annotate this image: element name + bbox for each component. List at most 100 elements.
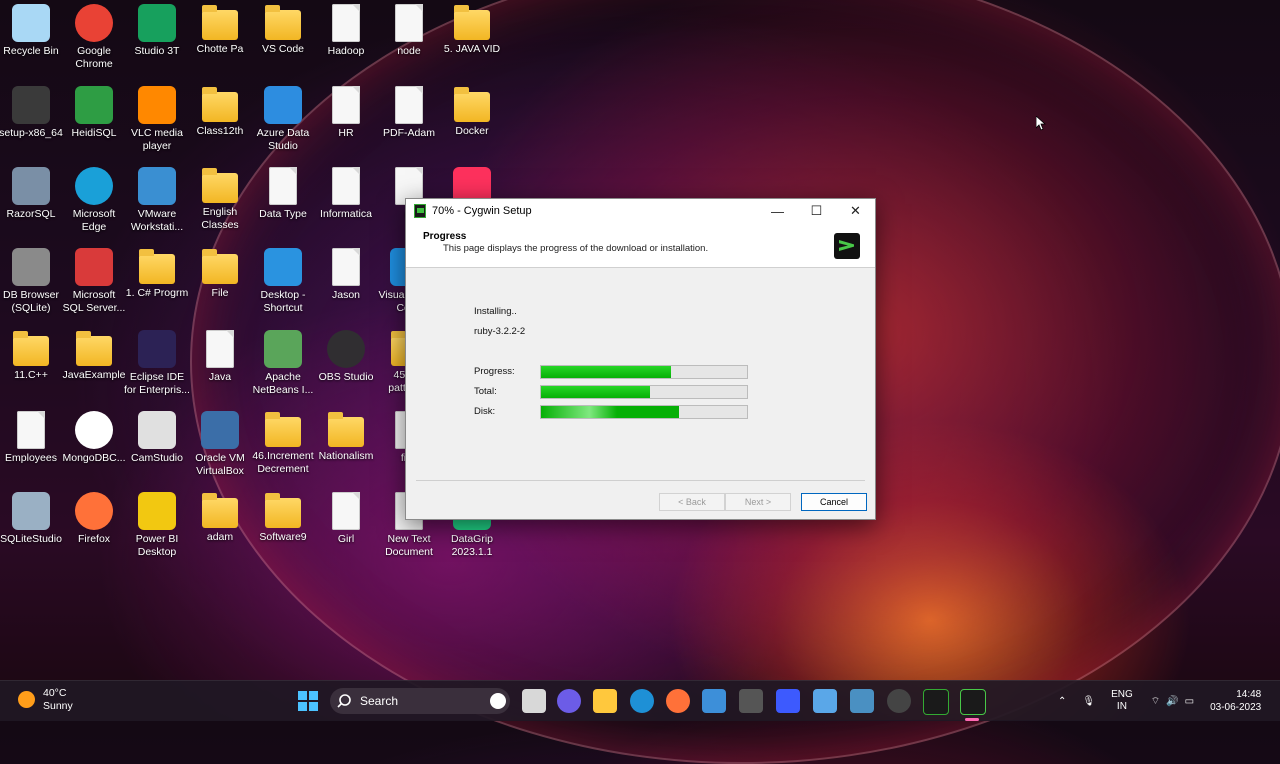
teams-chat-icon[interactable] [557,689,581,713]
desktop-icon[interactable]: Desktop - Shortcut [250,248,316,315]
desktop-icon[interactable]: Class12th [187,86,253,138]
desktop-icon-label: 11.C++ [14,369,48,381]
language-indicator[interactable]: ENG IN [1111,689,1133,713]
volume-icon[interactable]: 🔊 [1166,696,1178,707]
wifi-icon[interactable]: ⌔ [1151,695,1160,708]
desktop-icon[interactable]: Hadoop [313,4,379,58]
desktop-icon-label: Jason [331,289,361,301]
desktop-icon[interactable]: Chotte Pa [187,4,253,56]
desktop-icon[interactable]: VLC media player [124,86,190,153]
maximize-button[interactable]: ☐ [797,199,836,223]
desktop-icon[interactable]: adam [187,492,253,544]
desktop-icon-label: MongoDBC... [62,452,126,464]
minimize-button[interactable]: — [758,199,797,223]
desktop-icon[interactable]: Informatica [313,167,379,221]
battery-icon[interactable]: ▭ [1185,696,1194,707]
close-button[interactable]: ✕ [836,199,875,223]
desktop-icon[interactable]: Microsoft SQL Server... [61,248,127,315]
desktop-icon-label: File [211,287,229,299]
desktop-icon[interactable]: CamStudio [124,411,190,465]
desktop-icon[interactable]: Apache NetBeans I... [250,330,316,397]
start-button[interactable] [296,689,320,713]
folder-icon [139,249,175,284]
desktop-icon[interactable]: VS Code [250,4,316,56]
desktop-icon[interactable]: Java [187,330,253,384]
desktop-icon[interactable]: 5. JAVA VID [439,4,505,56]
vlc-icon [138,86,176,124]
desktop-icon[interactable]: 1. C# Progrm [124,248,190,300]
app-taskbar-icon-2[interactable] [776,689,800,713]
desktop-icon[interactable]: Google Chrome [61,4,127,71]
desktop-icon[interactable]: File [187,248,253,300]
desktop-icon[interactable]: Firefox [61,492,127,546]
desktop-icon[interactable]: Azure Data Studio [250,86,316,153]
desktop-icon[interactable]: PDF-Adam [376,86,442,140]
desktop-icon[interactable]: Employees [0,411,64,465]
desktop-icon-label: Data Type [259,208,307,220]
desktop-icon[interactable]: Recycle Bin [0,4,64,58]
desktop-icon[interactable]: Jason [313,248,379,302]
desktop-icon-label: node [397,45,421,57]
desktop-icon[interactable]: 46.Increment Decrement [250,411,316,476]
desktop-icon[interactable]: HR [313,86,379,140]
folder-icon [202,5,238,40]
desktop-icon[interactable]: Microsoft Edge [61,167,127,234]
clock-time: 14:48 [1236,689,1262,700]
desktop-icon[interactable]: SQLiteStudio [0,492,64,546]
next-button[interactable]: Next > [725,493,791,511]
desktop-icon[interactable]: JavaExample [61,330,127,382]
desktop-icon[interactable]: RazorSQL [0,167,64,221]
desktop-icon[interactable]: Software9 [250,492,316,544]
store-icon[interactable] [702,689,726,713]
desktop-icon[interactable]: DB Browser (SQLite) [0,248,64,315]
folder-icon [202,168,238,203]
desktop-icon[interactable]: MongoDBC... [61,411,127,465]
cygwin-logo-icon [834,233,860,259]
page-title: Progress [423,231,467,242]
desktop-icon[interactable]: Studio 3T [124,4,190,58]
desktop-icon[interactable]: setup-x86_64 [0,86,64,140]
desktop-icon-label: Recycle Bin [3,45,59,57]
desktop-icon[interactable]: 11.C++ [0,330,64,382]
desktop-icon[interactable]: Power BI Desktop [124,492,190,559]
firefox-taskbar-icon[interactable] [666,689,690,713]
desktop-icon-label: Google Chrome [75,45,113,70]
desktop-icon[interactable]: Nationalism [313,411,379,463]
disk-bar [540,405,748,419]
notepad-icon[interactable] [813,689,837,713]
cygwin-taskbar-icon[interactable] [960,689,986,715]
desktop-icon[interactable]: Docker [439,86,505,138]
microphone-icon[interactable]: 🎙 [1082,696,1095,707]
desktop-icon[interactable]: English Classes [187,167,253,232]
dialog-header: Progress This page displays the progress… [406,223,875,268]
cancel-button[interactable]: Cancel [801,493,867,511]
document-icon [395,4,423,42]
app-taskbar-icon-4[interactable] [887,689,911,713]
app-taskbar-icon-1[interactable] [739,689,763,713]
lang-line1: ENG [1111,689,1133,700]
back-button[interactable]: < Back [659,493,725,511]
file-explorer-icon[interactable] [593,689,617,713]
weather-widget[interactable]: 40°C Sunny [18,687,73,713]
desktop-icon[interactable]: Girl [313,492,379,546]
powerbi-icon [138,492,176,530]
desktop-icon[interactable]: HeidiSQL [61,86,127,140]
desktop-icon[interactable]: OBS Studio [313,330,379,384]
desktop-icon[interactable]: Data Type [250,167,316,221]
desktop-icon-label: Azure Data Studio [256,127,310,152]
sql-server-icon [75,248,113,286]
document-icon [206,330,234,368]
desktop-icon[interactable]: node [376,4,442,58]
desktop-icon[interactable]: Eclipse IDE for Enterpris... [124,330,190,397]
taskbar-search[interactable]: Search [330,688,510,714]
desktop-icon[interactable]: Oracle VM VirtualBox [187,411,253,478]
document-icon [395,86,423,124]
dialog-titlebar[interactable]: 70% - Cygwin Setup — ☐ ✕ [406,199,875,223]
task-view-icon[interactable] [522,689,546,713]
clock[interactable]: 14:48 03-06-2023 [1210,688,1261,714]
chevron-up-icon[interactable]: ⌃ [1058,696,1066,707]
app-taskbar-icon-3[interactable] [850,689,874,713]
edge-taskbar-icon[interactable] [630,689,654,713]
terminal-icon[interactable] [923,689,949,715]
desktop-icon[interactable]: VMware Workstati... [124,167,190,234]
